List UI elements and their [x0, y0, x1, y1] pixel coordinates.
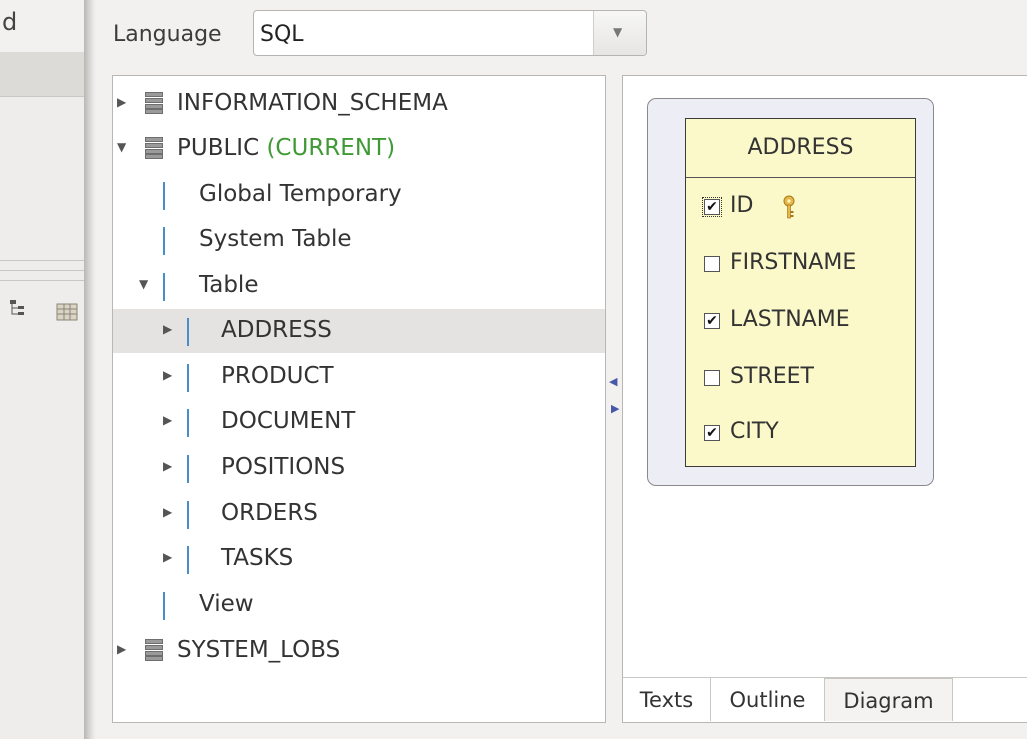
- tree-item-label: INFORMATION_SCHEMA: [177, 90, 448, 116]
- expand-arrow-icon[interactable]: ▶: [163, 505, 172, 519]
- tab-diagram[interactable]: Diagram: [825, 678, 953, 721]
- tab-outline[interactable]: Outline: [711, 678, 825, 721]
- tree-item-orders[interactable]: ▶ ORDERS: [113, 492, 605, 536]
- expand-right-arrow-icon[interactable]: ▶: [611, 402, 619, 415]
- column-checkbox[interactable]: ✔: [704, 425, 720, 441]
- column-name: FIRSTNAME: [730, 250, 857, 275]
- tree-item-system-table[interactable]: System Table: [113, 218, 605, 262]
- expand-arrow-icon[interactable]: ▶: [117, 95, 126, 109]
- expand-arrow-icon[interactable]: ▶: [117, 642, 126, 656]
- expand-arrow-icon[interactable]: ▶: [163, 459, 172, 473]
- left-pane-header-text: d: [2, 8, 18, 36]
- tree-item-document[interactable]: ▶ DOCUMENT: [113, 400, 605, 444]
- table-icon: [187, 546, 189, 574]
- tree-item-positions[interactable]: ▶ POSITIONS: [113, 446, 605, 490]
- tree-item-global-temporary[interactable]: Global Temporary: [113, 173, 605, 217]
- schema-name: PUBLIC: [177, 135, 260, 161]
- divider: [0, 260, 84, 261]
- tree-item-label: PUBLIC (CURRENT): [177, 135, 395, 161]
- entity-frame[interactable]: ADDRESS ✔ ID FIRSTNAME ✔ LASTNAME STREET…: [647, 98, 934, 486]
- tree-item-label: ORDERS: [221, 500, 318, 526]
- hierarchy-icon[interactable]: [8, 298, 28, 318]
- chevron-down-icon: ▼: [613, 25, 623, 39]
- tree-item-label: View: [199, 591, 254, 617]
- tree-item-label: DOCUMENT: [221, 408, 356, 434]
- table-icon: [163, 273, 165, 301]
- column-name: CITY: [730, 419, 779, 444]
- table-icon: [187, 318, 189, 346]
- left-pane-header: d: [0, 0, 84, 52]
- tree-item-public[interactable]: ▼ PUBLIC (CURRENT): [113, 127, 605, 171]
- language-select[interactable]: SQL ▼: [253, 10, 647, 56]
- column-name: STREET: [730, 364, 814, 389]
- left-pane-strip: d: [0, 0, 84, 739]
- table-icon: [187, 455, 189, 483]
- tree-item-system-lobs[interactable]: ▶ SYSTEM_LOBS: [113, 629, 605, 673]
- left-pane-toolbar-band: [0, 52, 84, 97]
- divider: [0, 280, 84, 281]
- current-schema-badge: (CURRENT): [266, 135, 396, 161]
- tree-item-information-schema[interactable]: ▶ INFORMATION_SCHEMA: [113, 82, 605, 126]
- language-select-value: SQL: [260, 22, 304, 47]
- tree-item-label: POSITIONS: [221, 454, 346, 480]
- tree-item-label: TASKS: [221, 545, 294, 571]
- diagram-panel[interactable]: ADDRESS ✔ ID FIRSTNAME ✔ LASTNAME STREET…: [622, 75, 1027, 723]
- tree-item-label: PRODUCT: [221, 363, 334, 389]
- column-checkbox[interactable]: [704, 256, 720, 272]
- expand-arrow-icon[interactable]: ▶: [163, 322, 172, 336]
- expand-arrow-icon[interactable]: ▶: [163, 413, 172, 427]
- expand-arrow-icon[interactable]: ▶: [163, 368, 172, 382]
- tree-item-product[interactable]: ▶ PRODUCT: [113, 355, 605, 399]
- tree-item-label: SYSTEM_LOBS: [177, 637, 341, 663]
- table-icon: [187, 409, 189, 437]
- table-icon: [163, 227, 165, 255]
- column-name: LASTNAME: [730, 307, 850, 332]
- tree-item-tasks[interactable]: ▶ TASKS: [113, 537, 605, 581]
- column-checkbox[interactable]: ✔: [704, 313, 720, 329]
- table-toolbar-icon[interactable]: [55, 298, 81, 322]
- tree-item-view[interactable]: View: [113, 583, 605, 627]
- view-tabs: Texts Outline Diagram: [623, 677, 1027, 722]
- tab-texts[interactable]: Texts: [623, 678, 711, 721]
- tree-item-label: ADDRESS: [221, 317, 332, 343]
- pane-splitter[interactable]: [84, 0, 96, 739]
- table-icon: [187, 364, 189, 392]
- collapse-left-arrow-icon[interactable]: ◀: [609, 375, 617, 388]
- table-icon: [187, 501, 189, 529]
- entity-box-address[interactable]: ADDRESS ✔ ID FIRSTNAME ✔ LASTNAME STREET…: [685, 118, 916, 467]
- tree-item-table[interactable]: ▼ Table: [113, 264, 605, 308]
- collapse-arrow-icon[interactable]: ▼: [139, 277, 148, 291]
- table-icon: [163, 592, 165, 620]
- tree-item-label: System Table: [199, 226, 352, 252]
- schema-tree[interactable]: ▶ INFORMATION_SCHEMA ▼ PUBLIC (CURRENT) …: [112, 75, 606, 723]
- tree-item-label: Table: [199, 272, 259, 298]
- column-checkbox[interactable]: [704, 370, 720, 386]
- tree-item-address[interactable]: ▶ ADDRESS: [113, 309, 605, 353]
- language-dropdown-button[interactable]: ▼: [593, 11, 646, 55]
- expand-arrow-icon[interactable]: ▶: [163, 550, 172, 564]
- column-name: ID: [730, 193, 754, 218]
- divider: [0, 270, 84, 271]
- entity-title: ADDRESS: [686, 119, 915, 178]
- collapse-arrow-icon[interactable]: ▼: [117, 140, 126, 154]
- tree-item-label: Global Temporary: [199, 181, 402, 207]
- primary-key-icon: [783, 195, 795, 219]
- table-icon: [163, 182, 165, 210]
- column-checkbox[interactable]: ✔: [702, 197, 722, 217]
- language-label: Language: [113, 22, 222, 47]
